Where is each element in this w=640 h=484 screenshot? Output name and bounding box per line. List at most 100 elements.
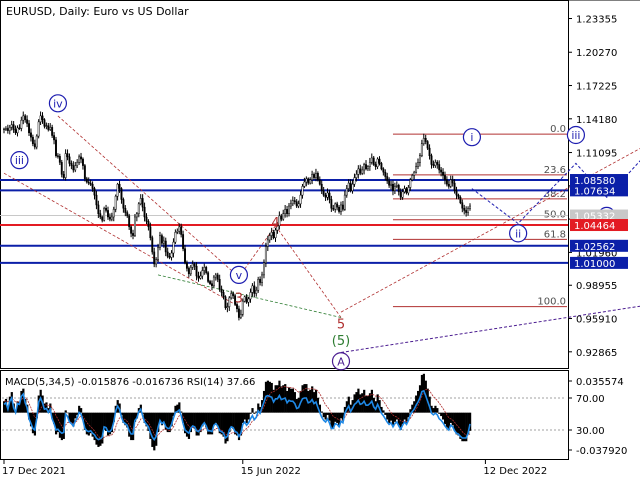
candle-body <box>299 194 302 205</box>
time-tick-label: 12 Dec 2022 <box>483 466 547 477</box>
candle <box>107 206 109 220</box>
fib-level-label: 100.0 <box>537 297 566 308</box>
candle-body <box>341 204 344 210</box>
macd-bar <box>97 412 100 447</box>
candle <box>3 127 5 134</box>
candle <box>442 168 444 180</box>
candle-body <box>157 247 159 260</box>
candle <box>309 177 312 185</box>
candle <box>353 173 356 187</box>
indicator-tick-label: 70.00 <box>576 394 605 405</box>
candle <box>359 164 362 176</box>
chart-title: EURUSD, Daily: Euro vs US Dollar <box>6 5 189 18</box>
candle <box>263 259 265 279</box>
candle-body <box>214 274 217 278</box>
candle-body <box>10 124 13 128</box>
candle <box>345 184 348 198</box>
candle-body <box>395 185 398 187</box>
candle-body <box>291 200 294 205</box>
macd-bar <box>66 412 69 414</box>
level-tag-text: 1.01000 <box>574 259 615 270</box>
candle-body <box>205 267 208 273</box>
candle-body <box>293 200 296 202</box>
candle <box>282 209 285 221</box>
macd-bar <box>390 412 393 421</box>
candle <box>465 206 468 217</box>
candle-body <box>53 135 56 141</box>
candle-body <box>345 188 348 196</box>
wave-label: (5) <box>332 334 350 349</box>
candle-body <box>91 183 94 189</box>
candle <box>87 177 90 186</box>
candle-body <box>80 156 82 160</box>
candle <box>459 195 462 205</box>
wave-label: iii <box>566 125 586 145</box>
indicator-tick-label: 0.035574 <box>576 377 624 388</box>
macd-bar <box>70 412 73 423</box>
candle-body <box>199 275 202 279</box>
fib-level-label: 61.8 <box>544 229 566 240</box>
candle-body <box>426 141 429 149</box>
candle <box>341 200 344 212</box>
candle <box>147 219 150 231</box>
wave-label: iv <box>48 94 68 113</box>
candle <box>247 296 250 307</box>
candle-body <box>361 169 364 174</box>
candle <box>133 214 136 237</box>
candle-body <box>41 115 44 120</box>
candle <box>372 155 375 166</box>
candle <box>313 172 315 180</box>
candle-body <box>243 296 246 302</box>
wave-label-text: (5) <box>332 334 350 349</box>
candle-body <box>35 135 38 148</box>
candle-body <box>340 204 342 212</box>
macd-bar <box>386 412 389 420</box>
candle <box>153 247 156 268</box>
macd-bar <box>336 412 339 423</box>
candle-body <box>162 240 165 244</box>
candle-body <box>159 235 161 248</box>
candle-body <box>70 163 73 166</box>
candle-body <box>139 198 142 205</box>
candle-body <box>222 292 225 298</box>
candle <box>6 124 9 134</box>
candle-body <box>26 119 29 124</box>
candle-body <box>224 296 227 308</box>
candle <box>251 283 254 297</box>
candle-body <box>440 169 443 173</box>
candle-body <box>110 216 113 220</box>
candle <box>232 291 235 299</box>
candle-body <box>4 128 7 130</box>
candle <box>58 153 61 166</box>
candle <box>132 229 134 240</box>
candle-body <box>330 199 333 209</box>
macd-bar <box>395 412 399 420</box>
macd-bar <box>195 412 198 436</box>
macd-bar <box>451 412 454 426</box>
price-tick-label: 1.17225 <box>576 82 617 93</box>
candle <box>18 124 21 130</box>
candle <box>207 271 210 284</box>
candle-body <box>370 157 373 163</box>
macd-bar <box>463 412 466 442</box>
candle <box>203 263 206 275</box>
candle <box>326 188 329 201</box>
candle-body <box>288 205 290 214</box>
candle-body <box>459 197 462 204</box>
wave-label-text: i <box>470 131 473 144</box>
wave-label-text: 4 <box>271 216 279 231</box>
candle-body <box>85 178 88 183</box>
candle-body <box>399 191 402 198</box>
candle-body <box>151 237 154 253</box>
candle-body <box>118 183 121 189</box>
candle-body <box>18 127 21 129</box>
candle <box>316 171 319 182</box>
candle <box>55 136 57 158</box>
candle <box>324 192 327 201</box>
candle-body <box>249 292 252 300</box>
macd-bar <box>230 412 233 428</box>
candle <box>89 179 92 186</box>
candle <box>286 205 289 218</box>
macd-bar <box>212 412 216 426</box>
candle-body <box>14 129 17 134</box>
